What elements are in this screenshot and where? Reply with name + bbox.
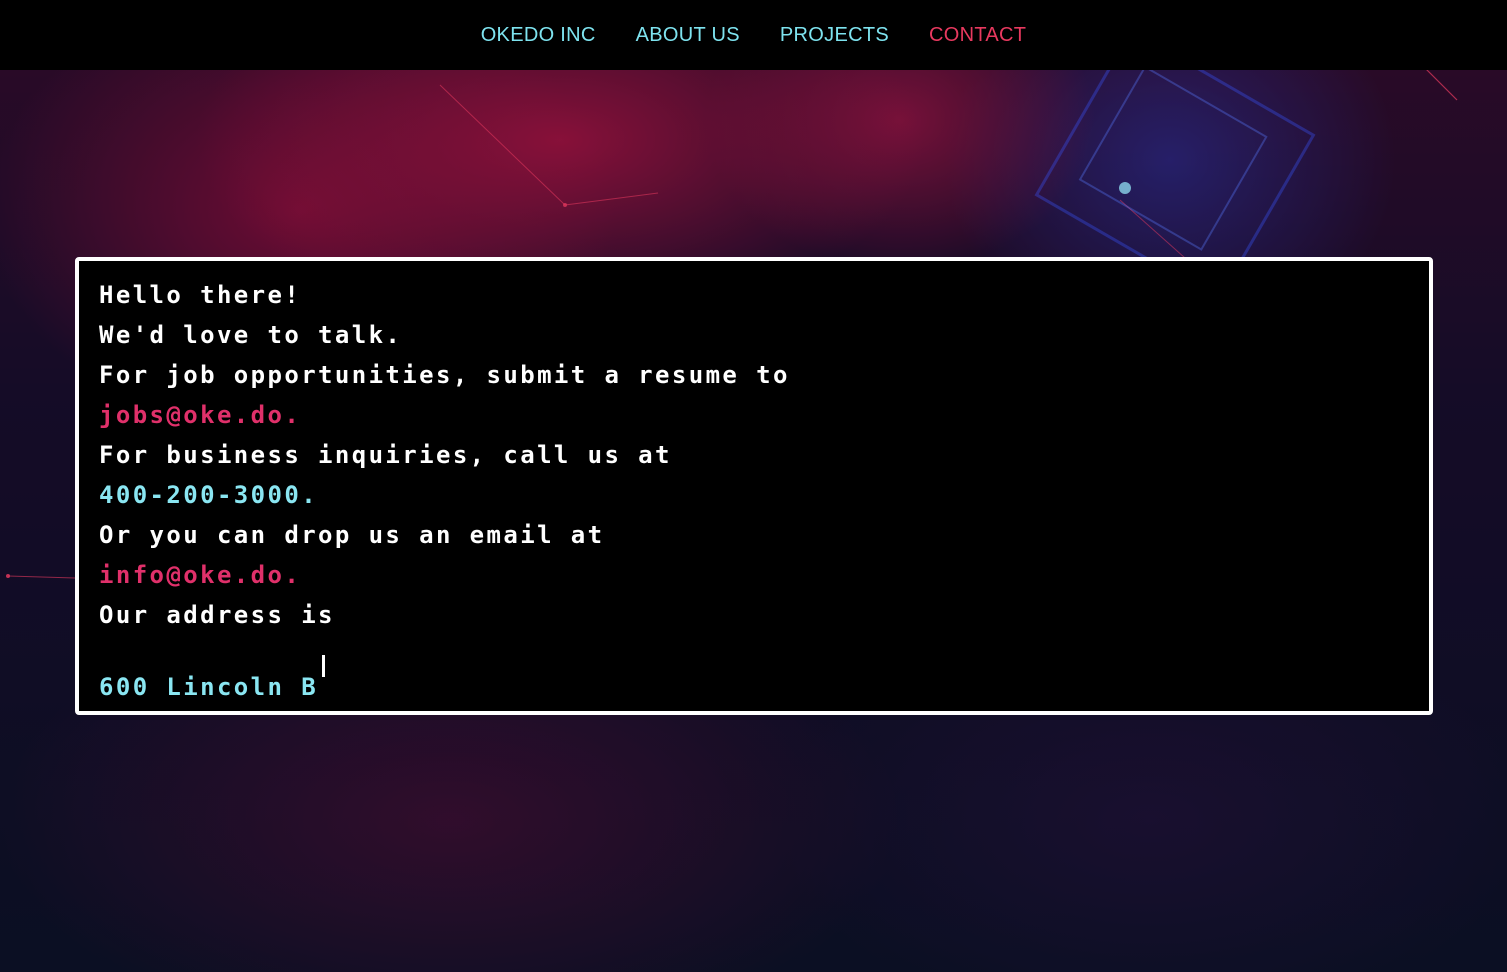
terminal-text-block: Hello there! We'd love to talk. For job … — [99, 275, 790, 701]
nav-contact[interactable]: CONTACT — [929, 24, 1026, 47]
address-value: 600 Lincoln B — [99, 673, 319, 701]
address-line: 600 Lincoln B — [99, 655, 790, 701]
typing-cursor — [322, 655, 326, 677]
greeting-line: Hello there! — [99, 281, 302, 309]
business-text-line: For business inquiries, call us at — [99, 441, 672, 469]
jobs-text-line: For job opportunities, submit a resume t… — [99, 361, 790, 389]
jobs-email-link[interactable]: jobs@oke.do. — [99, 395, 790, 435]
contact-terminal: Hello there! We'd love to talk. For job … — [75, 257, 1433, 715]
info-email-link[interactable]: info@oke.do. — [99, 555, 790, 595]
top-navbar: OKEDO INC ABOUT US PROJECTS CONTACT — [0, 0, 1507, 70]
nav-okedo-inc[interactable]: OKEDO INC — [481, 24, 596, 47]
phone-number-link[interactable]: 400-200-3000. — [99, 475, 790, 515]
nav-about-us[interactable]: ABOUT US — [636, 24, 740, 47]
intro-line: We'd love to talk. — [99, 321, 403, 349]
nav-projects[interactable]: PROJECTS — [780, 24, 889, 47]
address-text-line: Our address is — [99, 601, 335, 629]
email-text-line: Or you can drop us an email at — [99, 521, 605, 549]
contact-page: OKEDO INC ABOUT US PROJECTS CONTACT Hell… — [0, 0, 1507, 972]
